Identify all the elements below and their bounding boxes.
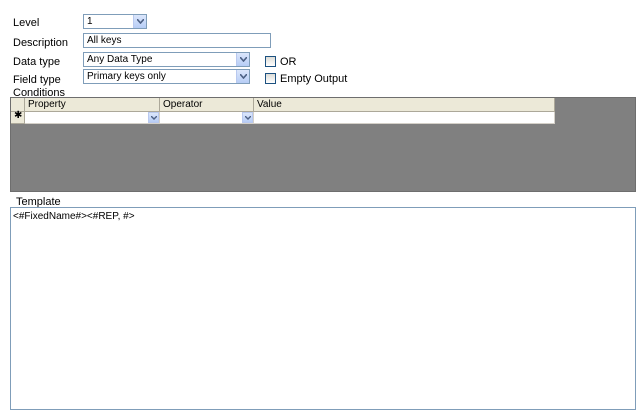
description-input[interactable]: All keys: [83, 33, 271, 48]
grid-column-value[interactable]: Value: [254, 98, 555, 112]
grid-cell-operator[interactable]: [160, 112, 254, 124]
chevron-down-icon: [151, 116, 157, 120]
description-label: Description: [13, 37, 69, 49]
or-checkbox[interactable]: [265, 56, 276, 67]
template-content: <#FixedName#><#REP, #>: [13, 211, 135, 222]
field-type-dropdown-button[interactable]: [236, 70, 249, 83]
data-type-value: Any Data Type: [87, 54, 153, 65]
chevron-down-icon: [245, 116, 251, 120]
property-dropdown-button[interactable]: [148, 112, 159, 123]
level-label: Level: [13, 17, 40, 29]
grid-new-row-header: ✱: [11, 110, 25, 124]
asterisk-icon: ✱: [14, 110, 23, 121]
empty-output-label: Empty Output: [280, 73, 348, 85]
empty-output-checkbox[interactable]: [265, 73, 276, 84]
template-editor[interactable]: <#FixedName#><#REP, #>: [10, 207, 636, 410]
chevron-down-icon: [137, 19, 144, 24]
grid-cell-property[interactable]: [25, 112, 160, 124]
description-value: All keys: [87, 35, 122, 46]
grid-cell-value[interactable]: [254, 112, 555, 124]
chevron-down-icon: [240, 57, 247, 62]
data-type-select[interactable]: Any Data Type: [83, 52, 250, 67]
level-dropdown-button[interactable]: [133, 15, 146, 28]
field-type-select[interactable]: Primary keys only: [83, 69, 250, 84]
conditions-grid[interactable]: Property Operator Value ✱: [10, 97, 636, 192]
level-select[interactable]: 1: [83, 14, 147, 29]
field-type-label: Field type: [13, 74, 61, 86]
level-value: 1: [87, 16, 93, 27]
chevron-down-icon: [240, 74, 247, 79]
grid-column-operator[interactable]: Operator: [160, 98, 254, 112]
data-type-dropdown-button[interactable]: [236, 53, 249, 66]
grid-column-property[interactable]: Property: [25, 98, 160, 112]
data-type-label: Data type: [13, 56, 61, 68]
operator-dropdown-button[interactable]: [242, 112, 253, 123]
or-label: OR: [280, 56, 297, 68]
field-type-value: Primary keys only: [87, 71, 166, 82]
